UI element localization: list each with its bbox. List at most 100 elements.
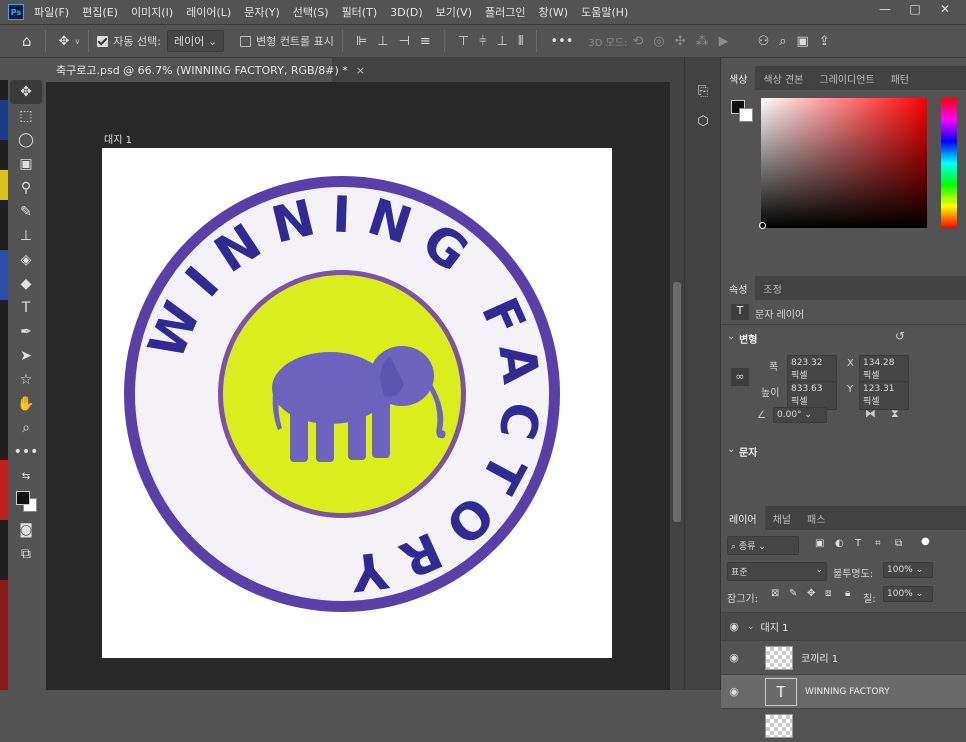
x-field[interactable]: 134.28 픽셀 bbox=[859, 355, 909, 384]
align-left-icon[interactable]: ⊫ bbox=[356, 34, 367, 49]
opacity-field[interactable]: 100% ⌄ bbox=[883, 562, 933, 578]
blend-mode-dropdown[interactable]: 표준 ⌄ bbox=[727, 562, 827, 581]
eyedropper-tool-icon[interactable]: ⚲ bbox=[10, 176, 42, 200]
menu-layer[interactable]: 레이어(L) bbox=[186, 4, 231, 20]
distribute-icon[interactable]: ≡ bbox=[420, 34, 431, 49]
menu-file[interactable]: 파일(F) bbox=[34, 4, 69, 20]
hand-tool-icon[interactable]: ✋ bbox=[10, 392, 42, 416]
filter-shape-icon[interactable]: ⌗ bbox=[875, 538, 881, 549]
pen-tool-icon[interactable]: ✒ bbox=[10, 320, 42, 344]
distribute-vertical-icon[interactable]: ⫴ bbox=[518, 34, 523, 49]
more-tools-icon[interactable]: ••• bbox=[10, 440, 42, 464]
lock-artboard-icon[interactable]: ⧈ bbox=[825, 588, 831, 599]
link-icon[interactable]: ∞ bbox=[731, 368, 749, 386]
tab-patterns[interactable]: 패턴 bbox=[883, 66, 917, 90]
quick-mask-icon[interactable]: ◙ bbox=[10, 518, 42, 542]
flip-vertical-icon[interactable]: ⧗ bbox=[891, 407, 899, 421]
flip-horizontal-icon[interactable]: ⧓ bbox=[865, 407, 876, 420]
layer-row-text[interactable]: ◉ T WINNING FACTORY bbox=[721, 674, 966, 708]
lock-transparent-icon[interactable]: ⊠ bbox=[771, 588, 779, 599]
layer-row-elephant[interactable]: ◉ 코끼리 1 bbox=[721, 640, 966, 674]
fill-field[interactable]: 100% ⌄ bbox=[883, 586, 933, 602]
screen-mode-icon[interactable]: ⧉ bbox=[10, 542, 42, 566]
vertical-scrollbar[interactable] bbox=[670, 82, 684, 690]
align-right-icon[interactable]: ⊣ bbox=[399, 34, 410, 49]
restore-icon[interactable]: □ bbox=[900, 0, 930, 20]
auto-select-dropdown[interactable]: 레이어 ⌄ bbox=[166, 30, 225, 52]
zoom-tool-icon[interactable]: ⌕ bbox=[10, 416, 42, 440]
transform-controls-checkbox[interactable] bbox=[240, 35, 252, 47]
artboard-label[interactable]: 대지 1 bbox=[104, 131, 132, 146]
menu-type[interactable]: 문자(Y) bbox=[244, 4, 280, 20]
workspace-icon[interactable]: ▣ bbox=[797, 34, 809, 49]
move-tool-icon[interactable]: ✥ bbox=[10, 80, 42, 104]
menu-window[interactable]: 창(W) bbox=[538, 4, 568, 20]
paint-bucket-tool-icon[interactable]: ◆ bbox=[10, 272, 42, 296]
eye-icon[interactable]: ◉ bbox=[721, 651, 747, 664]
eraser-tool-icon[interactable]: ◈ bbox=[10, 248, 42, 272]
object-select-tool-icon[interactable]: ▣ bbox=[10, 152, 42, 176]
chevron-down-icon[interactable]: ⌄ bbox=[727, 331, 735, 342]
layer-filter-dropdown[interactable]: ⌕ 종류 ⌄ bbox=[727, 536, 799, 555]
swap-colors-icon[interactable]: ⇆ bbox=[10, 464, 42, 488]
menu-filter[interactable]: 필터(T) bbox=[342, 4, 378, 20]
brush-tool-icon[interactable]: ✎ bbox=[10, 200, 42, 224]
chevron-down-icon[interactable]: ⌄ bbox=[747, 622, 755, 632]
chevron-down-icon[interactable]: ∨ bbox=[74, 37, 80, 46]
eye-icon[interactable]: ◉ bbox=[721, 620, 747, 633]
user-icon[interactable]: ⚇ bbox=[758, 34, 770, 49]
tab-swatches[interactable]: 색상 견본 bbox=[755, 66, 811, 90]
angle-field[interactable]: 0.00° ⌄ bbox=[773, 407, 827, 423]
tab-gradients[interactable]: 그레이디언트 bbox=[811, 66, 882, 90]
path-select-tool-icon[interactable]: ➤ bbox=[10, 344, 42, 368]
more-options-icon[interactable]: ••• bbox=[550, 34, 573, 49]
stamp-tool-icon[interactable]: ⊥ bbox=[10, 224, 42, 248]
height-field[interactable]: 833.63 픽셀 bbox=[787, 381, 837, 410]
menu-select[interactable]: 선택(S) bbox=[293, 4, 329, 20]
tab-adjustments[interactable]: 조정 bbox=[755, 276, 789, 300]
auto-select-checkbox[interactable] bbox=[97, 35, 109, 47]
filter-adjust-icon[interactable]: ◐ bbox=[835, 538, 844, 549]
background-color-swatch[interactable] bbox=[739, 108, 753, 122]
tab-properties[interactable]: 속성 bbox=[721, 276, 756, 300]
search-icon[interactable]: ⌕ bbox=[779, 34, 786, 49]
shape-tool-icon[interactable]: ☆ bbox=[10, 368, 42, 392]
lock-position-icon[interactable]: ✥ bbox=[807, 588, 815, 599]
filter-toggle-icon[interactable]: ● bbox=[921, 536, 930, 547]
menu-edit[interactable]: 편집(E) bbox=[82, 4, 118, 20]
menu-plugins[interactable]: 플러그인 bbox=[485, 4, 525, 20]
tab-paths[interactable]: 패스 bbox=[799, 506, 833, 530]
align-top-icon[interactable]: ⊤ bbox=[458, 34, 469, 49]
eye-icon[interactable]: ◉ bbox=[721, 685, 747, 698]
layer-row-artboard[interactable]: ◉ ⌄ 대지 1 bbox=[721, 612, 966, 640]
artboard[interactable]: WINNING FACTORY bbox=[102, 148, 612, 658]
home-icon[interactable]: ⌂ bbox=[22, 32, 32, 50]
tab-color[interactable]: 색상 bbox=[721, 66, 756, 90]
menu-3d[interactable]: 3D(D) bbox=[390, 6, 423, 19]
menu-help[interactable]: 도움말(H) bbox=[581, 4, 628, 20]
filter-type-icon[interactable]: T bbox=[855, 538, 861, 549]
3d-panel-icon[interactable]: ⬡ bbox=[685, 106, 721, 136]
align-bottom-icon[interactable]: ⊥ bbox=[497, 34, 508, 49]
chevron-down-icon[interactable]: ⌄ bbox=[727, 444, 735, 455]
tab-channels[interactable]: 채널 bbox=[765, 506, 799, 530]
color-picker-cursor[interactable] bbox=[759, 222, 766, 229]
share-icon[interactable]: ⇪ bbox=[819, 34, 830, 49]
align-middle-icon[interactable]: ⫩ bbox=[479, 34, 486, 49]
marquee-tool-icon[interactable]: ⬚ bbox=[10, 104, 42, 128]
close-tab-icon[interactable]: × bbox=[356, 64, 365, 77]
tab-layers[interactable]: 레이어 bbox=[721, 506, 765, 530]
type-tool-icon[interactable]: T bbox=[10, 296, 42, 320]
minimize-icon[interactable]: — bbox=[870, 0, 900, 20]
document-tab[interactable]: 축구로고.psd @ 66.7% (WINNING FACTORY, RGB/8… bbox=[46, 58, 365, 82]
align-center-icon[interactable]: ⊥ bbox=[377, 34, 388, 49]
reset-transform-icon[interactable]: ↺ bbox=[895, 329, 905, 343]
filter-pixel-icon[interactable]: ▣ bbox=[815, 538, 824, 549]
filter-smart-icon[interactable]: ⧉ bbox=[895, 538, 902, 549]
lasso-tool-icon[interactable]: ◯ bbox=[10, 128, 42, 152]
layer-row-partial[interactable] bbox=[721, 708, 966, 742]
color-swatches[interactable] bbox=[10, 488, 42, 518]
scrollbar-thumb[interactable] bbox=[673, 282, 681, 522]
color-picker-field[interactable] bbox=[761, 98, 927, 228]
move-tool-icon[interactable]: ✥ bbox=[59, 34, 70, 49]
